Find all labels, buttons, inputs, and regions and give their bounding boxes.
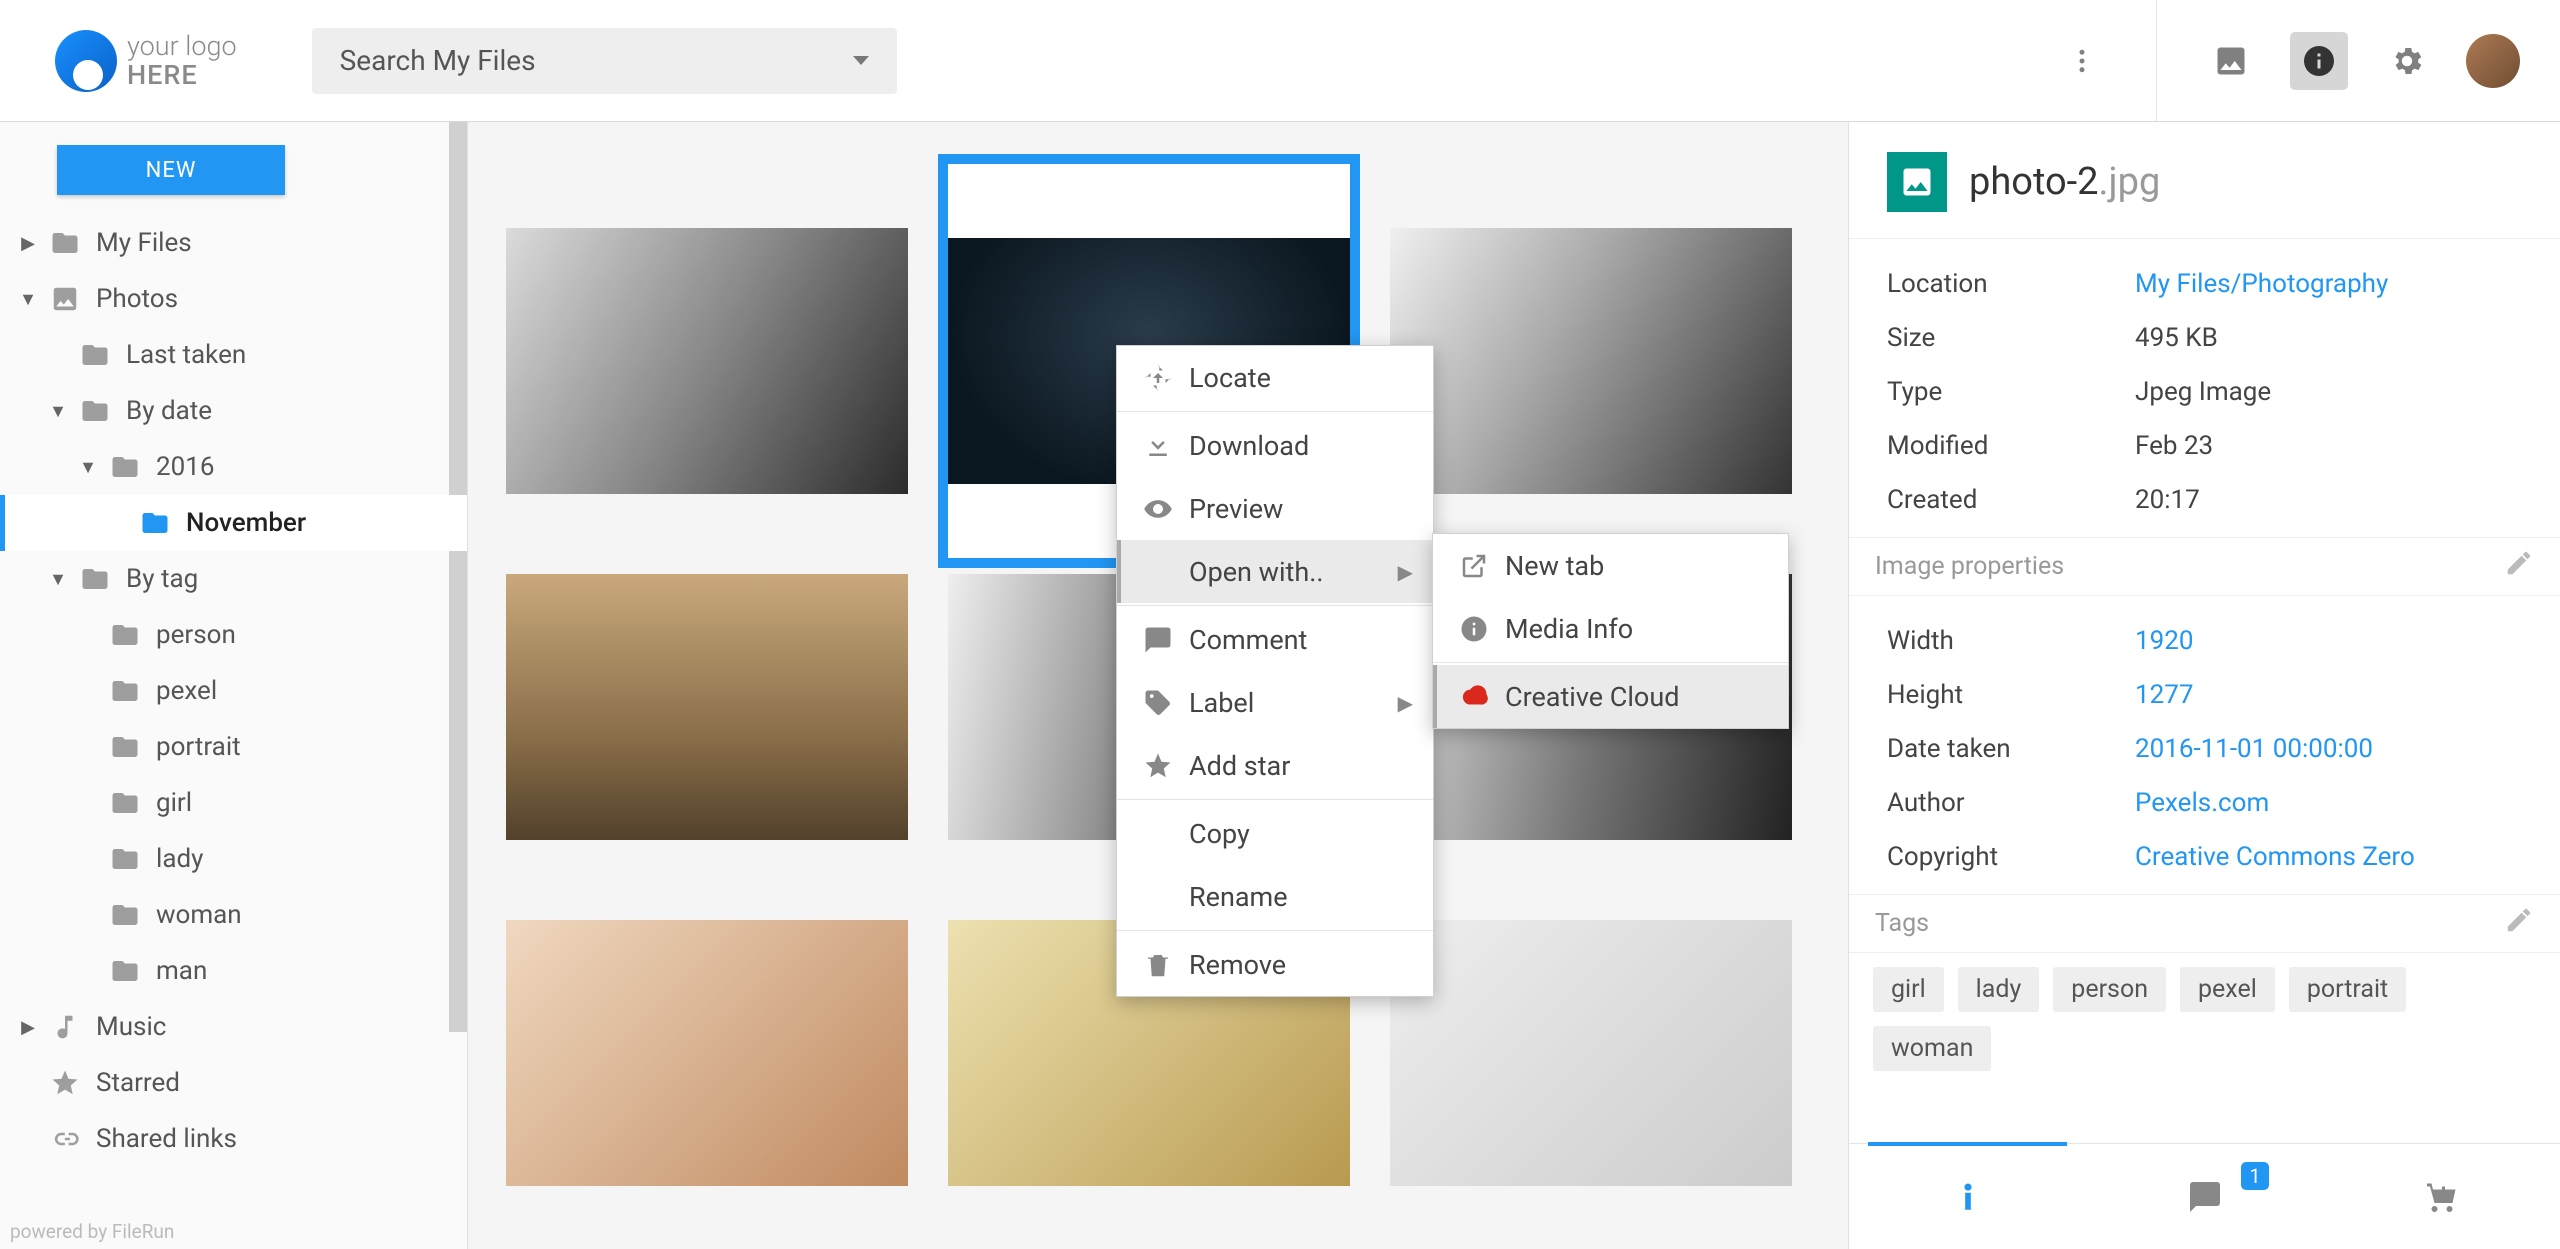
details-tabs: 1 [1849,1143,2560,1249]
eye-icon [1137,494,1179,524]
menu-remove[interactable]: Remove [1117,933,1433,996]
info-icon[interactable] [2290,32,2348,90]
menu-separator [1117,411,1433,412]
sidebar-item-music[interactable]: ▶Music [0,999,467,1055]
more-icon[interactable] [2053,32,2111,90]
chevron-right-icon: ▶ [1398,560,1413,584]
tag-girl[interactable]: girl [1873,967,1944,1012]
powered-by: powered by FileRun [10,1220,174,1243]
image-properties-header: Image properties [1849,537,2560,596]
tag-portrait[interactable]: portrait [2289,967,2406,1012]
tags-header: Tags [1849,894,2560,953]
menu-label[interactable]: Label▶ [1117,671,1433,734]
tag-woman[interactable]: woman [1873,1026,1991,1071]
submenu-new-tab[interactable]: New tab [1433,534,1788,597]
header-actions [2053,0,2520,122]
submenu-creative-cloud[interactable]: Creative Cloud [1433,665,1788,728]
details-image-props: Width1920 Height1277 Date taken2016-11-0… [1849,596,2560,888]
comment-icon [1137,625,1179,655]
sidebar-item-person[interactable]: person [0,607,467,663]
sidebar-item-lady[interactable]: lady [0,831,467,887]
thumbnail-9[interactable] [1390,920,1792,1186]
search-input[interactable]: Search My Files [312,28,897,94]
tag-icon [1137,688,1179,718]
tab-comments[interactable]: 1 [2086,1144,2323,1249]
location-link[interactable]: My Files/Photography [2135,269,2388,299]
new-button[interactable]: NEW [57,145,285,195]
sidebar-item-woman[interactable]: woman [0,887,467,943]
open-with-submenu: New tab Media Info Creative Cloud [1432,533,1789,729]
tags-list: girl lady person pexel portrait woman [1849,953,2560,1085]
sidebar-item-girl[interactable]: girl [0,775,467,831]
chevron-right-icon: ▶ [1398,691,1413,715]
menu-separator [1117,930,1433,931]
menu-download[interactable]: Download [1117,414,1433,477]
menu-separator [1117,799,1433,800]
trash-icon [1137,950,1179,980]
file-type-badge-icon [1887,152,1947,212]
context-menu: Locate Download Preview Open with..▶ Com… [1116,345,1434,997]
edit-icon[interactable] [2504,905,2534,942]
tab-info[interactable] [1849,1144,2086,1249]
menu-add-star[interactable]: Add star [1117,734,1433,797]
sidebar-item-shared[interactable]: Shared links [0,1111,467,1167]
file-grid: Locate Download Preview Open with..▶ Com… [468,122,1848,1249]
search-placeholder: Search My Files [340,44,536,77]
info-icon [1453,614,1495,644]
details-header: photo-2.jpg [1849,122,2560,239]
sidebar-item-pexel[interactable]: pexel [0,663,467,719]
sidebar-item-by-tag[interactable]: ▼By tag [0,551,467,607]
sidebar-item-photos[interactable]: ▼Photos [0,271,467,327]
menu-locate[interactable]: Locate [1117,346,1433,409]
tag-person[interactable]: person [2053,967,2166,1012]
menu-separator [1433,662,1788,663]
thumbnail-1[interactable] [506,228,908,494]
menu-open-with[interactable]: Open with..▶ [1117,540,1433,603]
sidebar-item-man[interactable]: man [0,943,467,999]
thumbnail-3[interactable] [1390,228,1792,494]
sidebar: NEW ▶My Files ▼Photos Last taken ▼By dat… [0,122,468,1249]
tab-cart[interactable] [2323,1144,2560,1249]
tag-pexel[interactable]: pexel [2180,967,2275,1012]
menu-copy[interactable]: Copy [1117,802,1433,865]
details-panel: photo-2.jpg LocationMy Files/Photography… [1848,122,2560,1249]
thumbnail-4[interactable] [506,574,908,840]
edit-icon[interactable] [2504,548,2534,585]
logo[interactable]: your logo HERE [55,30,237,92]
comment-badge: 1 [2241,1162,2269,1190]
download-icon [1137,431,1179,461]
header: your logo HERE Search My Files [0,0,2560,122]
sidebar-item-last-taken[interactable]: Last taken [0,327,467,383]
star-icon [1137,751,1179,781]
menu-comment[interactable]: Comment [1117,608,1433,671]
body: NEW ▶My Files ▼Photos Last taken ▼By dat… [0,122,2560,1249]
sidebar-item-my-files[interactable]: ▶My Files [0,215,467,271]
thumbnail-7[interactable] [506,920,908,1186]
avatar[interactable] [2466,34,2520,88]
tree: ▶My Files ▼Photos Last taken ▼By date ▼2… [0,215,467,1167]
locate-icon [1137,363,1179,393]
logo-icon [55,30,117,92]
menu-rename[interactable]: Rename [1117,865,1433,928]
external-link-icon [1453,551,1495,581]
menu-preview[interactable]: Preview [1117,477,1433,540]
sidebar-item-2016[interactable]: ▼2016 [0,439,467,495]
sidebar-item-starred[interactable]: Starred [0,1055,467,1111]
menu-separator [1117,605,1433,606]
creative-cloud-icon [1453,682,1495,712]
image-icon[interactable] [2202,32,2260,90]
gear-icon[interactable] [2378,32,2436,90]
submenu-media-info[interactable]: Media Info [1433,597,1788,660]
file-name: photo-2.jpg [1969,160,2160,204]
sidebar-item-november[interactable]: November [0,495,467,551]
logo-text: your logo HERE [127,32,237,89]
tag-lady[interactable]: lady [1958,967,2040,1012]
chevron-down-icon [853,56,869,65]
sidebar-item-by-date[interactable]: ▼By date [0,383,467,439]
separator [2156,0,2157,122]
details-basic: LocationMy Files/Photography Size495 KB … [1849,239,2560,531]
sidebar-item-portrait[interactable]: portrait [0,719,467,775]
